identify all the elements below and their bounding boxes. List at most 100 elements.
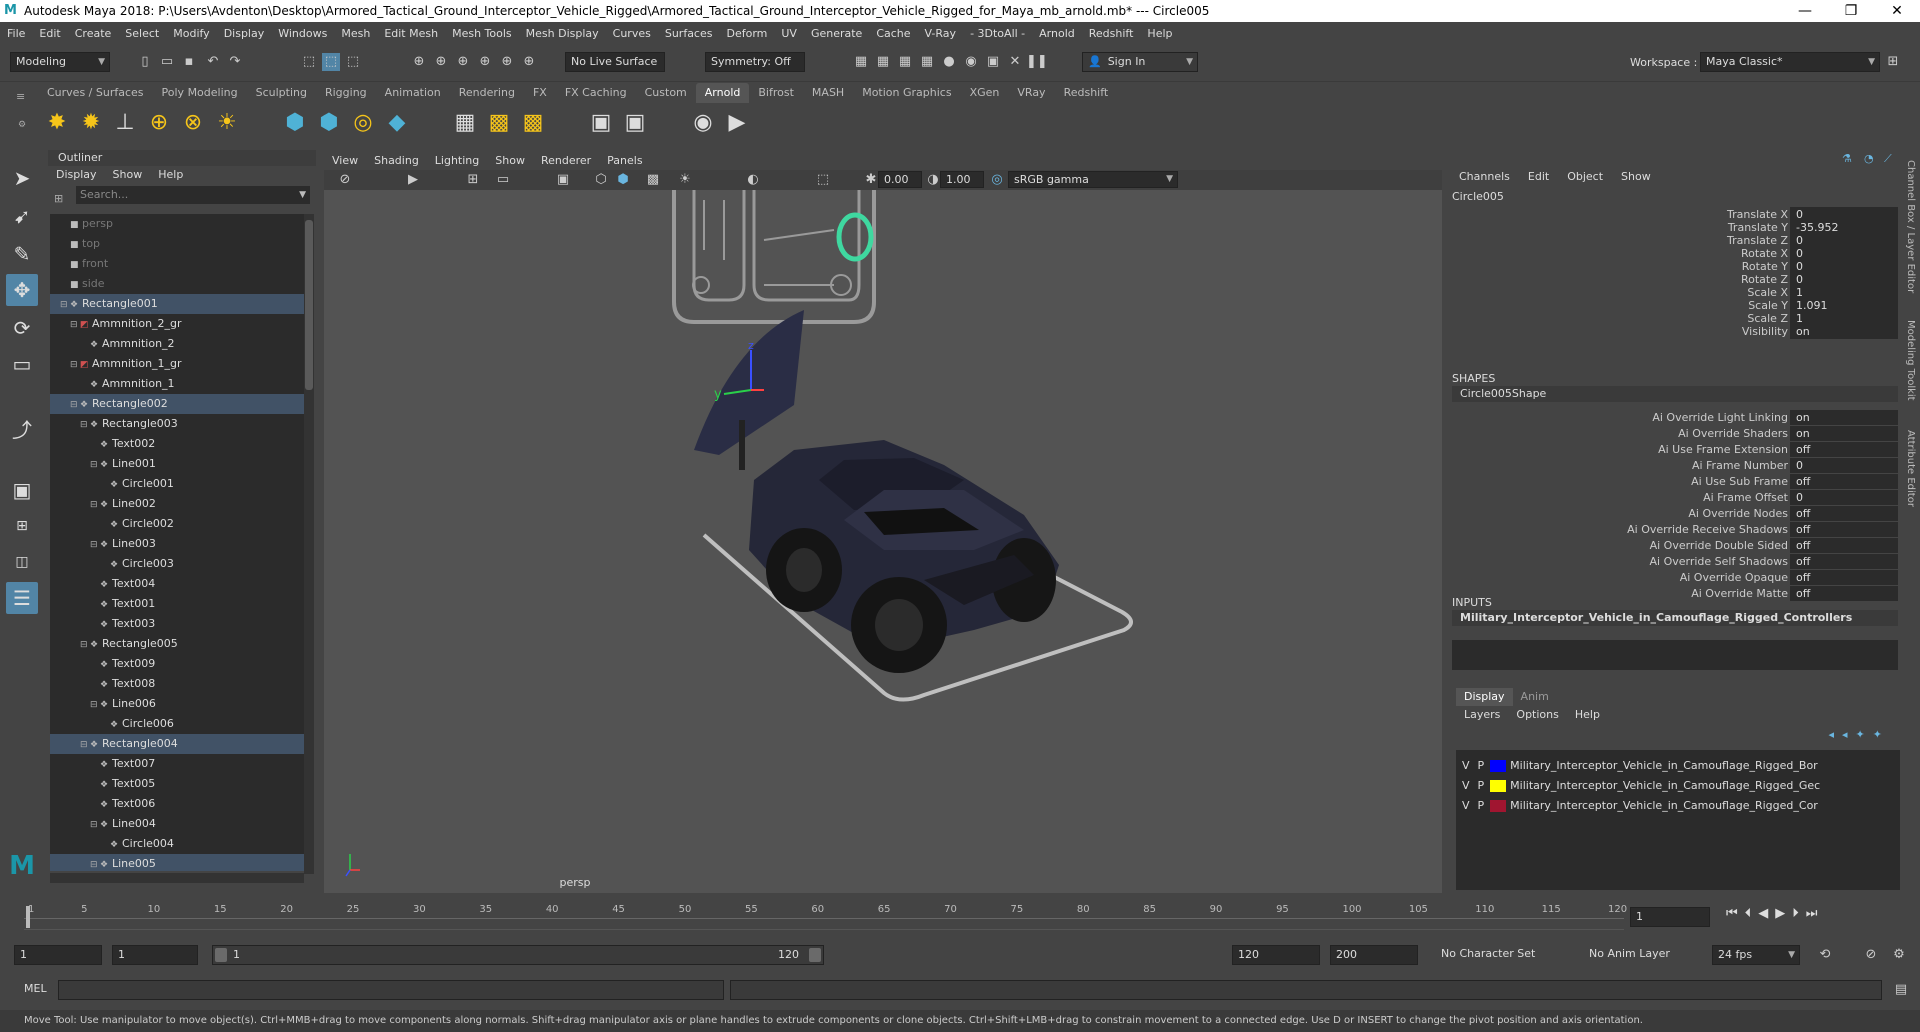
menu-3dtoall[interactable]: - 3DtoAll -	[963, 27, 1032, 40]
layer-row[interactable]: V P Military_Interceptor_Vehicle_in_Camouf…	[1456, 796, 1900, 816]
layer-color-swatch[interactable]	[1490, 800, 1507, 812]
shelf-tab-mash[interactable]: MASH	[803, 83, 853, 103]
layer-row[interactable]: V P Military_Interceptor_Vehicle_in_Camouf…	[1456, 776, 1900, 796]
shelf-tab-poly-modeling[interactable]: Poly Modeling	[153, 83, 247, 103]
scale-tool-icon[interactable]: ▭	[6, 348, 38, 380]
shape-attr-value-field[interactable]: on	[1790, 410, 1898, 425]
layer-tab-display[interactable]: Display	[1456, 688, 1513, 706]
sign-in-button[interactable]: 👤 Sign In ▼	[1082, 52, 1198, 72]
shape-attr-row[interactable]: Ai Override Matte off	[1448, 586, 1902, 602]
outliner-layout-icon[interactable]: ☰	[6, 582, 38, 614]
expand-toggle-icon[interactable]: ⊟	[90, 815, 100, 835]
select-tool-icon[interactable]: ➤	[6, 162, 38, 194]
shading-sampler-icon[interactable]: ▣	[620, 108, 650, 138]
last-tool-icon[interactable]: ⤴	[6, 414, 38, 446]
snap-point-icon[interactable]: ⊕	[454, 53, 472, 71]
arnold-ipr-icon[interactable]: ✕	[1006, 53, 1024, 71]
outliner-item[interactable]: ⊟ ◩ Ammnition_1_gr	[50, 354, 304, 374]
menu-redshift[interactable]: Redshift	[1082, 27, 1141, 40]
shape-attr-row[interactable]: Ai Override Double Sided off	[1448, 538, 1902, 554]
wireframe-icon[interactable]: ⬡	[592, 171, 610, 189]
expand-toggle-icon[interactable]: ⊟	[70, 355, 80, 375]
outliner-item[interactable]: ❖ Circle002	[50, 514, 304, 534]
outliner-item[interactable]: ⊟ ❖ Line001	[50, 454, 304, 474]
playback-controls[interactable]: ⏮⏴◀▶⏵⏭	[1726, 906, 1824, 921]
two-view-layout-icon[interactable]: ◫	[6, 546, 38, 578]
snap-pivot-icon[interactable]: ⊕	[520, 53, 538, 71]
character-set-dropdown[interactable]: No Character Set	[1436, 945, 1560, 965]
maximize-button[interactable]: ❐	[1828, 3, 1874, 19]
outliner-item[interactable]: ❖ Text001	[50, 594, 304, 614]
export-standin-icon[interactable]: ⬢	[314, 108, 344, 138]
outliner-item[interactable]: ⊟ ❖ Rectangle002	[50, 394, 304, 414]
menu-curves[interactable]: Curves	[606, 27, 658, 40]
expand-toggle-icon[interactable]: ⊟	[80, 415, 90, 435]
menu-display[interactable]: Display	[217, 27, 272, 40]
layer-menu-options[interactable]: Options	[1508, 706, 1566, 724]
undo-icon[interactable]: ↶	[204, 53, 222, 71]
outliner-item[interactable]: ❖ Circle004	[50, 834, 304, 854]
outliner-hscrollbar[interactable]	[50, 873, 304, 883]
start-time-field[interactable]: 1	[14, 945, 102, 965]
shelf-tab-curves-surfaces[interactable]: Curves / Surfaces	[38, 83, 153, 103]
flush-cache-icon[interactable]: ▩	[518, 108, 548, 138]
outliner-item[interactable]: ⊟ ❖ Line002	[50, 494, 304, 514]
outliner-item[interactable]: ⊟ ❖ Line006	[50, 694, 304, 714]
anim-prefs-icon[interactable]: ⚙	[1890, 946, 1908, 964]
menu-create[interactable]: Create	[68, 27, 119, 40]
current-frame-field[interactable]: 1	[1630, 907, 1710, 927]
save-scene-icon[interactable]: ▪	[180, 53, 198, 71]
layer-menu-help[interactable]: Help	[1567, 706, 1608, 724]
scroll-thumb[interactable]	[305, 220, 313, 390]
shape-attr-value-field[interactable]: off	[1790, 538, 1898, 553]
script-editor-icon[interactable]: ▤	[1892, 981, 1910, 999]
outliner-item[interactable]: ❖ Text008	[50, 674, 304, 694]
outliner-menu-display[interactable]: Display	[48, 166, 105, 184]
auto-key-icon[interactable]: ⊘	[1862, 946, 1880, 964]
outliner-item[interactable]: ⊟ ❖ Rectangle005	[50, 634, 304, 654]
layer-action-icons[interactable]: ◂◂✦✦	[1829, 728, 1890, 741]
outliner-search-input[interactable]: Search... ▼	[76, 186, 310, 204]
outliner-item[interactable]: ⊟ ❖ Line004	[50, 814, 304, 834]
viewport-menu-view[interactable]: View	[324, 152, 366, 170]
shelf-tab-vray[interactable]: VRay	[1008, 83, 1054, 103]
smooth-shade-icon[interactable]: ⬢	[614, 171, 632, 189]
paint-select-icon[interactable]: ✎	[6, 238, 38, 270]
channel-settings-icon[interactable]: ⟋	[1884, 152, 1892, 166]
viewport-panel[interactable]: View Shading Lighting Show Renderer Panels ⊘ …	[324, 152, 1442, 893]
film-gate-icon[interactable]: ▣	[554, 171, 572, 189]
expand-toggle-icon[interactable]: ⊟	[90, 455, 100, 475]
channel-value-field[interactable]: on	[1790, 324, 1898, 339]
grid-toggle-icon[interactable]: ⊞	[464, 171, 482, 189]
channel-speed-icon[interactable]: ◔	[1864, 152, 1874, 165]
photometric-light-icon[interactable]: ⊥	[110, 108, 140, 138]
shelf-tab-xgen[interactable]: XGen	[961, 83, 1009, 103]
outliner-item[interactable]: ■ persp	[50, 214, 304, 234]
menu-windows[interactable]: Windows	[271, 27, 334, 40]
outliner-item[interactable]: ❖ Text009	[50, 654, 304, 674]
select-component-icon[interactable]: ⬚	[344, 53, 362, 71]
range-slider[interactable]: 1 120	[212, 945, 824, 965]
attribute-editor-tab[interactable]: Attribute Editor	[1905, 430, 1916, 507]
outliner-menu-help[interactable]: Help	[150, 166, 191, 184]
shelf-tab-rendering[interactable]: Rendering	[450, 83, 524, 103]
menu-cache[interactable]: Cache	[869, 27, 917, 40]
shelf-tab-fx[interactable]: FX	[524, 83, 556, 103]
select-hierarchy-icon[interactable]: ⬚	[300, 53, 318, 71]
outliner-item[interactable]: ❖ Ammnition_2	[50, 334, 304, 354]
channel-row[interactable]: Visibility on	[1448, 324, 1902, 340]
gamma-field[interactable]: 1.00	[940, 171, 984, 188]
outliner-item[interactable]: ⊟ ❖ Rectangle001	[50, 294, 304, 314]
shape-attr-value-field[interactable]: off	[1790, 570, 1898, 585]
hypershade-icon[interactable]: ●	[940, 53, 958, 71]
shape-attr-value-field[interactable]: off	[1790, 442, 1898, 457]
viewport-menu-lighting[interactable]: Lighting	[427, 152, 487, 170]
minimize-button[interactable]: —	[1782, 3, 1828, 19]
layer-playback-toggle[interactable]: P	[1478, 799, 1485, 812]
outliner-menu-show[interactable]: Show	[105, 166, 151, 184]
render-sequence-icon[interactable]: ▦	[874, 53, 892, 71]
shape-attr-value-field[interactable]: off	[1790, 522, 1898, 537]
layer-color-swatch[interactable]	[1490, 760, 1507, 772]
shape-attr-row[interactable]: Ai Frame Offset 0	[1448, 490, 1902, 506]
shape-attr-value-field[interactable]: off	[1790, 506, 1898, 521]
